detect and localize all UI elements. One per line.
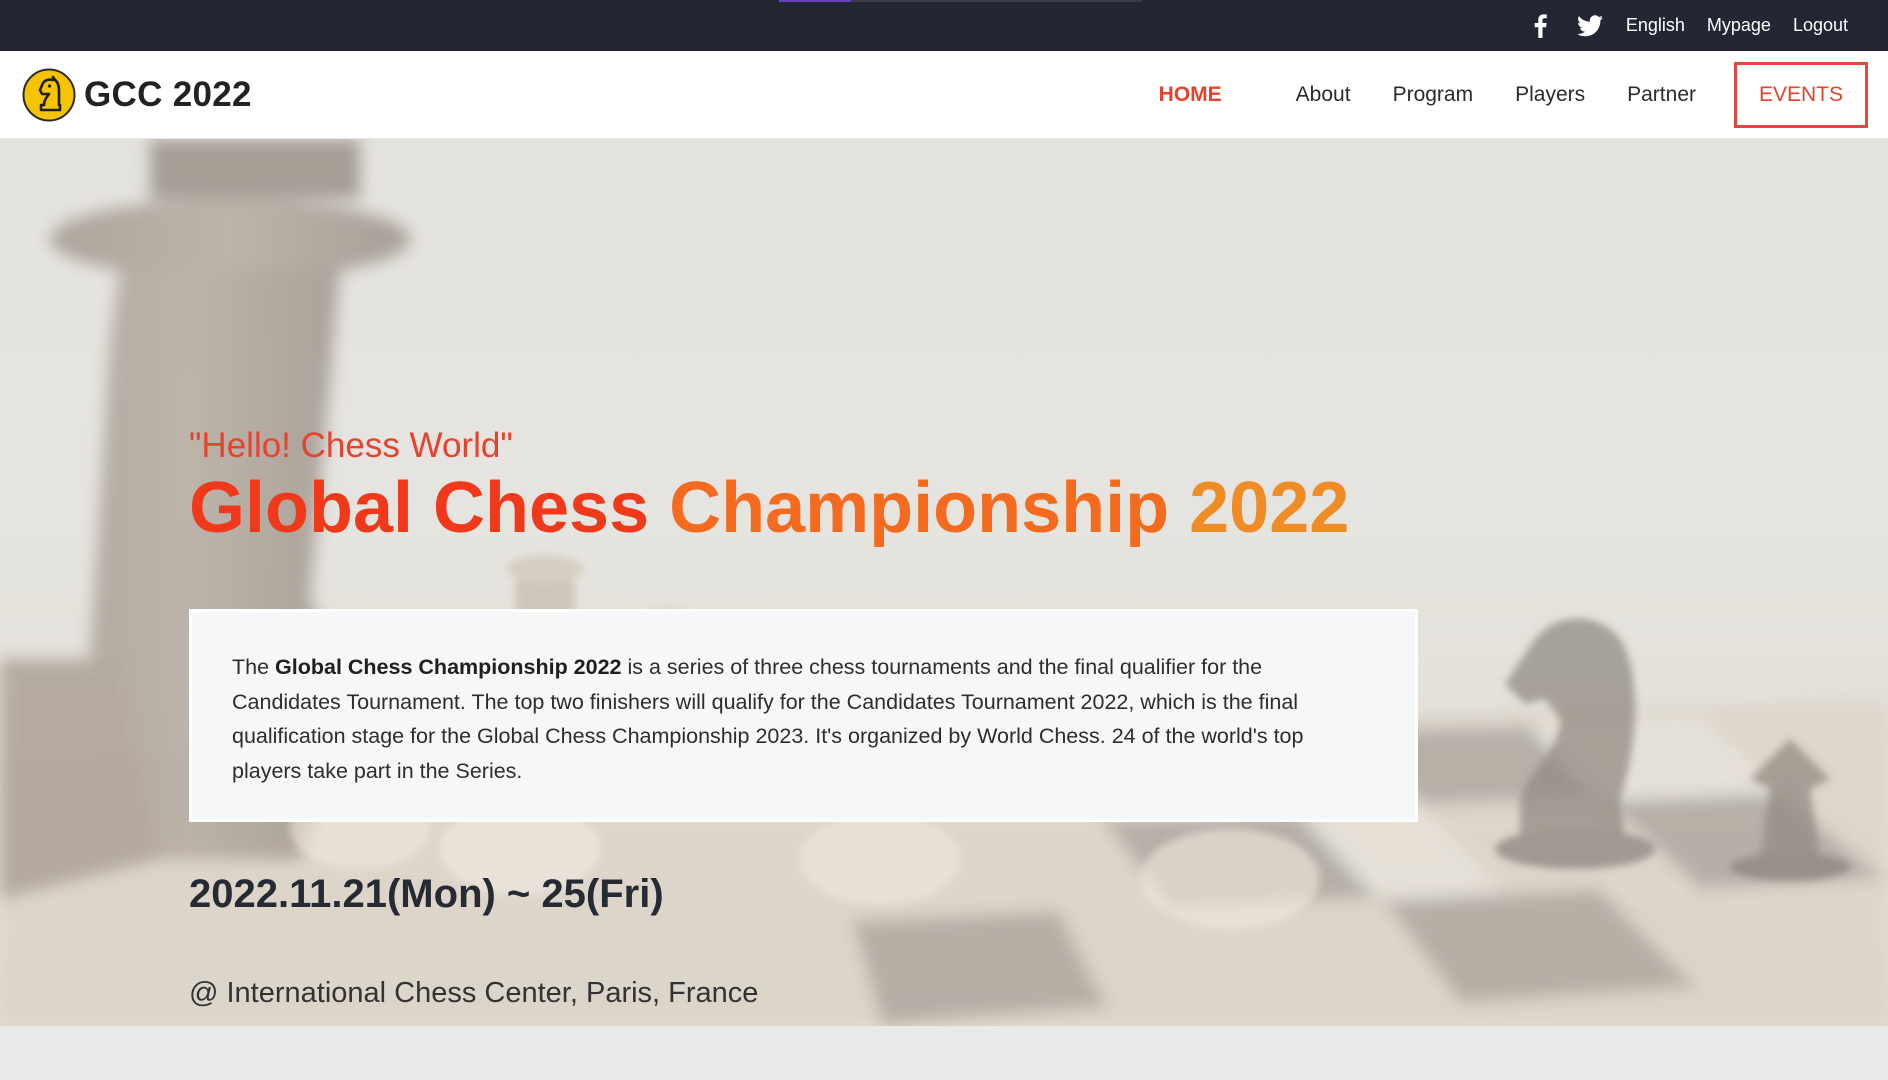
utility-links: English Mypage Logout <box>1526 0 1848 51</box>
event-venue: @ International Chess Center, Paris, Fra… <box>189 977 759 1009</box>
loading-progress-bar <box>779 0 1142 2</box>
main-navigation: HOME About Program Players Partner EVENT… <box>1138 62 1868 128</box>
headline-part-2: Championship <box>669 468 1190 548</box>
logout-link[interactable]: Logout <box>1793 15 1848 36</box>
twitter-icon[interactable] <box>1576 12 1604 40</box>
hero-greeting: "Hello! Chess World" <box>189 426 513 465</box>
main-header: GCC 2022 HOME About Program Players Part… <box>0 51 1888 139</box>
hero-section: "Hello! Chess World" Global Chess Champi… <box>0 139 1888 1026</box>
headline-part-1: Global Chess <box>189 468 670 548</box>
nav-program[interactable]: Program <box>1372 62 1495 128</box>
nav-partner[interactable]: Partner <box>1606 62 1717 128</box>
description-prefix: The <box>232 655 276 679</box>
facebook-icon[interactable] <box>1526 12 1554 40</box>
nav-about[interactable]: About <box>1275 62 1372 128</box>
brand-title: GCC 2022 <box>84 75 252 114</box>
brand-home-link[interactable]: GCC 2022 <box>22 64 252 126</box>
nav-home[interactable]: HOME <box>1138 62 1243 128</box>
nav-players[interactable]: Players <box>1494 62 1606 128</box>
nav-events-button[interactable]: EVENTS <box>1734 62 1868 128</box>
mypage-link[interactable]: Mypage <box>1707 15 1771 36</box>
hero-headline: Global Chess Championship 2022 <box>189 467 1349 549</box>
event-date: 2022.11.21(Mon) ~ 25(Fri) <box>189 872 664 916</box>
description-event-name: Global Chess Championship 2022 <box>275 655 622 679</box>
top-utility-bar: English Mypage Logout <box>0 0 1888 51</box>
headline-part-3: 2022 <box>1189 468 1350 548</box>
championship-description: The Global Chess Championship 2022 is a … <box>189 609 1418 822</box>
chess-knight-icon <box>22 64 76 126</box>
language-link[interactable]: English <box>1626 15 1685 36</box>
